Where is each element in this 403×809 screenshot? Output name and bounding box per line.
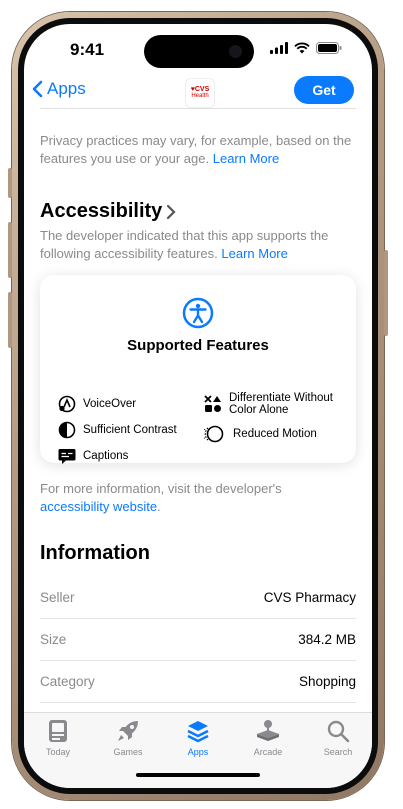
card-title: Supported Features xyxy=(127,337,269,354)
info-key: Size xyxy=(40,631,67,647)
info-key: Seller xyxy=(40,589,75,605)
tab-label: Today xyxy=(45,747,71,757)
info-key: Category xyxy=(40,673,95,689)
tab-label: Games xyxy=(113,747,143,757)
privacy-text: Privacy practices may vary, for example,… xyxy=(40,133,352,166)
feature-label: Sufficient Contrast xyxy=(83,424,177,436)
app-logo: ♥CVS Health xyxy=(185,78,215,108)
accessibility-learn-more-link[interactable]: Learn More xyxy=(221,246,287,261)
battery-icon xyxy=(316,42,342,54)
today-icon xyxy=(49,720,67,742)
info-row-size: Size 384.2 MB xyxy=(40,618,356,661)
info-value: Shopping xyxy=(298,673,356,689)
supported-features-card[interactable]: Supported Features VoiceOver Differentia… xyxy=(40,275,356,465)
shapes-icon xyxy=(204,395,221,412)
chevron-right-icon xyxy=(167,204,176,219)
feature-label: Reduced Motion xyxy=(233,428,317,440)
info-value: 384.2 MB xyxy=(298,631,356,647)
tab-games[interactable]: Games xyxy=(100,719,156,757)
feature-label: VoiceOver xyxy=(83,398,137,410)
info-value: CVS Pharmacy xyxy=(263,589,356,605)
status-time: 9:41 xyxy=(70,40,105,59)
signal-icon xyxy=(270,42,288,54)
accessibility-icon xyxy=(182,297,214,329)
back-button[interactable]: Apps xyxy=(32,79,86,99)
reduced-motion-icon xyxy=(204,425,224,443)
feature-reduced-motion: Reduced Motion xyxy=(204,425,317,443)
tab-search[interactable]: Search xyxy=(310,719,366,757)
feature-captions: Captions xyxy=(58,447,128,465)
privacy-learn-more-link[interactable]: Learn More xyxy=(213,151,279,166)
apps-stack-icon xyxy=(187,721,209,743)
camera-icon xyxy=(229,45,242,58)
tab-label: Arcade xyxy=(253,747,283,757)
tab-label: Search xyxy=(323,747,353,757)
info-row-seller: Seller CVS Pharmacy xyxy=(40,576,356,619)
tab-label: Apps xyxy=(187,747,209,757)
back-label: Apps xyxy=(47,79,86,98)
feature-label: Captions xyxy=(83,450,129,462)
information-title: Information xyxy=(40,542,150,564)
feature-voiceover: VoiceOver xyxy=(58,395,136,413)
home-indicator[interactable] xyxy=(136,773,260,777)
tab-arcade[interactable]: Arcade xyxy=(240,719,296,757)
status-icons xyxy=(270,42,342,54)
search-icon xyxy=(327,720,350,743)
accessibility-header[interactable]: Accessibility xyxy=(40,200,176,223)
get-button[interactable]: Get xyxy=(294,76,354,104)
contrast-icon xyxy=(58,421,76,439)
navigation-bar: Apps ♥CVS Health Get xyxy=(24,76,372,120)
more-info-text: For more information, visit the develope… xyxy=(40,481,282,496)
privacy-note: Privacy practices may vary, for example,… xyxy=(40,132,358,168)
more-info: For more information, visit the develope… xyxy=(40,481,282,514)
captions-icon xyxy=(58,449,76,464)
accessibility-title: Accessibility xyxy=(40,200,163,222)
info-row-category: Category Shopping xyxy=(40,660,356,703)
app-logo-text: ♥CVS xyxy=(190,86,210,93)
joystick-icon xyxy=(257,720,279,741)
dynamic-island xyxy=(144,35,254,68)
screen: 9:41 Apps ♥CVS Health Get Privacy practi… xyxy=(24,24,372,788)
volume-down-button xyxy=(8,292,12,348)
tab-apps[interactable]: Apps xyxy=(170,719,226,757)
side-button xyxy=(384,250,388,336)
accessibility-description: The developer indicated that this app su… xyxy=(40,227,358,263)
volume-up-button xyxy=(8,222,12,278)
tab-today[interactable]: Today xyxy=(30,719,86,757)
accessibility-website-link[interactable]: accessibility website xyxy=(40,499,157,514)
feature-contrast: Sufficient Contrast xyxy=(58,421,177,439)
divider xyxy=(40,108,356,109)
wifi-icon xyxy=(294,42,310,54)
feature-differentiate: Differentiate Without Color Alone xyxy=(204,392,346,416)
app-logo-subtext: Health xyxy=(191,93,209,99)
feature-label: Differentiate Without Color Alone xyxy=(229,392,333,416)
chevron-left-icon xyxy=(32,80,43,98)
voiceover-icon xyxy=(58,395,76,413)
rocket-icon xyxy=(118,721,138,741)
action-button xyxy=(8,168,12,198)
